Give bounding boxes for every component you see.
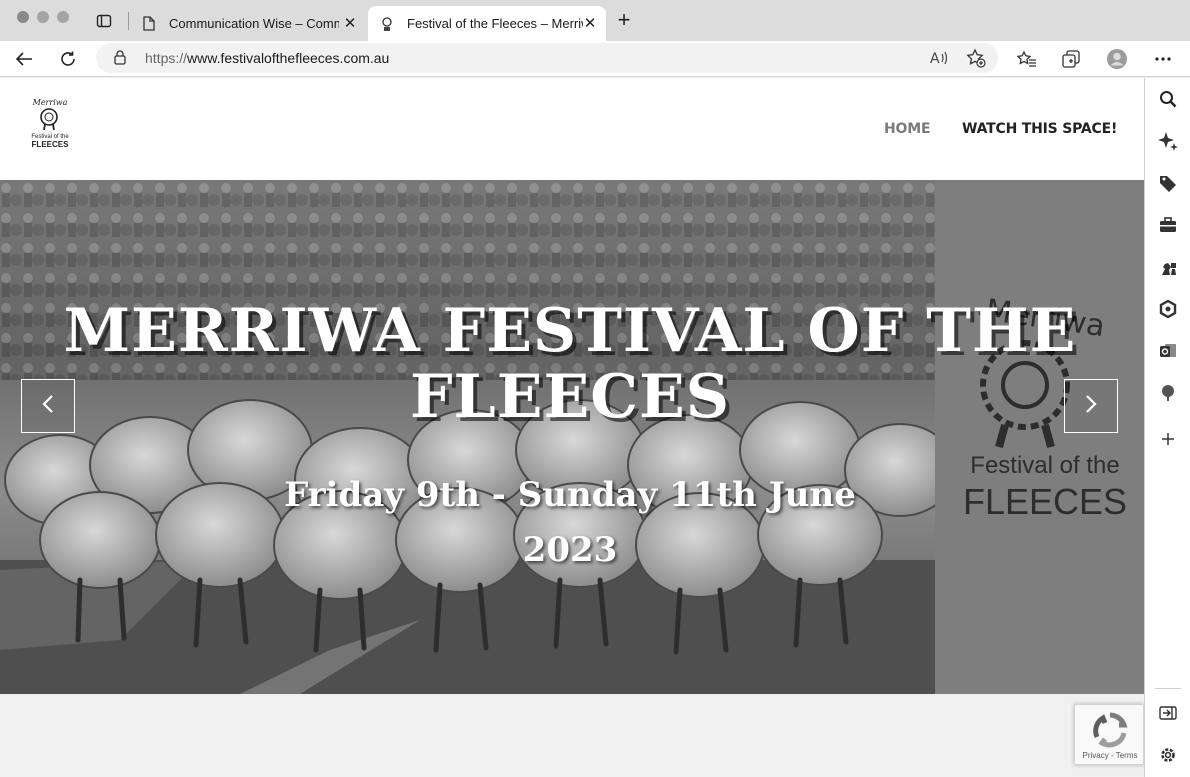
festival-logo-large: Merriwa Festival of the FLEECES: [963, 293, 1127, 522]
logo-text-top: Merriwa: [32, 98, 68, 107]
chevron-left-icon: [41, 394, 55, 419]
site-logo[interactable]: Merriwa Festival of the FLEECES: [28, 96, 72, 152]
reload-icon[interactable]: [56, 47, 80, 71]
tab-festival-of-the-fleeces[interactable]: Festival of the Fleeces – Merriw ✕: [368, 6, 606, 41]
url-scheme: https://: [145, 50, 188, 66]
logo-text-bottom: FLEECES: [32, 140, 70, 149]
read-aloud-icon[interactable]: A: [928, 47, 950, 69]
browser-sidebar: [1144, 78, 1190, 777]
add-favorite-icon[interactable]: [965, 47, 987, 69]
outlook-icon[interactable]: [1157, 340, 1179, 362]
games-chess-icon[interactable]: [1157, 256, 1179, 278]
more-menu-icon[interactable]: [1151, 47, 1175, 71]
close-window-button[interactable]: [17, 11, 29, 23]
add-sidebar-app-icon[interactable]: [1157, 428, 1179, 450]
profile-avatar-icon[interactable]: [1105, 47, 1129, 71]
favorites-icon[interactable]: [1015, 47, 1039, 71]
previous-slide-button[interactable]: [21, 379, 75, 433]
back-arrow-icon[interactable]: [12, 47, 36, 71]
hide-sidebar-icon[interactable]: [1157, 702, 1179, 724]
close-tab-icon[interactable]: ✕: [342, 15, 358, 32]
lock-icon[interactable]: [114, 50, 126, 70]
sheep-favicon-icon: [380, 16, 394, 32]
web-page: Merriwa Festival of the FLEECES HOME WAT…: [0, 78, 1144, 777]
hero-subtitle: Friday 9th - Sunday 11th June 2023: [284, 475, 856, 570]
site-header: Merriwa Festival of the FLEECES HOME WAT…: [0, 78, 1144, 180]
minimize-window-button[interactable]: [37, 11, 49, 23]
nav-watch-this-space[interactable]: WATCH THIS SPACE!: [962, 121, 1117, 137]
url-host: www.festivalofthefleeces.com.au: [187, 50, 390, 66]
svg-text:A: A: [930, 51, 940, 66]
recaptcha-badge[interactable]: Privacy - Terms: [1074, 704, 1144, 765]
settings-gear-icon[interactable]: [1157, 744, 1179, 766]
hero-next-slide-preview: Merriwa Festival of the FLEECES: [935, 180, 1144, 694]
next-slide-button[interactable]: [1064, 379, 1118, 433]
sidebar-divider: [1155, 688, 1181, 689]
copilot-sparkle-icon[interactable]: [1157, 130, 1179, 152]
collections-icon[interactable]: [1059, 47, 1083, 71]
close-tab-icon[interactable]: ✕: [582, 15, 598, 32]
side-logo-bottom: FLEECES: [963, 481, 1127, 522]
url-text: https://www.festivalofthefleeces.com.au: [145, 50, 389, 66]
browser-toolbar: https://www.festivalofthefleeces.com.au …: [0, 41, 1190, 77]
tab-separator: [128, 12, 129, 30]
office-icon[interactable]: [1157, 298, 1179, 320]
tree-drop-icon[interactable]: [1157, 382, 1179, 404]
recaptcha-links[interactable]: Privacy - Terms: [1075, 751, 1144, 760]
tab-communication-wise[interactable]: Communication Wise – Comm ✕: [134, 6, 366, 41]
tab-actions-icon[interactable]: [96, 13, 112, 29]
nav-home[interactable]: HOME: [884, 121, 931, 137]
hero-slider: Merriwa Festival of the FLEECES MERRIWA …: [0, 180, 1144, 694]
maximize-window-button[interactable]: [57, 11, 69, 23]
chevron-right-icon: [1084, 394, 1098, 419]
document-icon: [142, 16, 156, 32]
tab-title: Communication Wise – Comm: [169, 16, 339, 31]
hero-title: MERRIWA FESTIVAL OF THE FLEECES: [63, 296, 1077, 432]
search-icon[interactable]: [1157, 88, 1179, 110]
new-tab-button[interactable]: +: [614, 9, 634, 31]
address-bar[interactable]: https://www.festivalofthefleeces.com.au …: [96, 43, 998, 73]
shopping-tag-icon[interactable]: [1157, 172, 1179, 194]
tools-briefcase-icon[interactable]: [1157, 214, 1179, 236]
tab-title: Festival of the Fleeces – Merriw: [407, 16, 583, 31]
tab-bar: Communication Wise – Comm ✕ Festival of …: [0, 0, 1190, 41]
sheep-flock-photo: [0, 180, 935, 694]
recaptcha-logo-icon: [1091, 711, 1129, 754]
side-logo-mid: Festival of the: [970, 452, 1119, 479]
